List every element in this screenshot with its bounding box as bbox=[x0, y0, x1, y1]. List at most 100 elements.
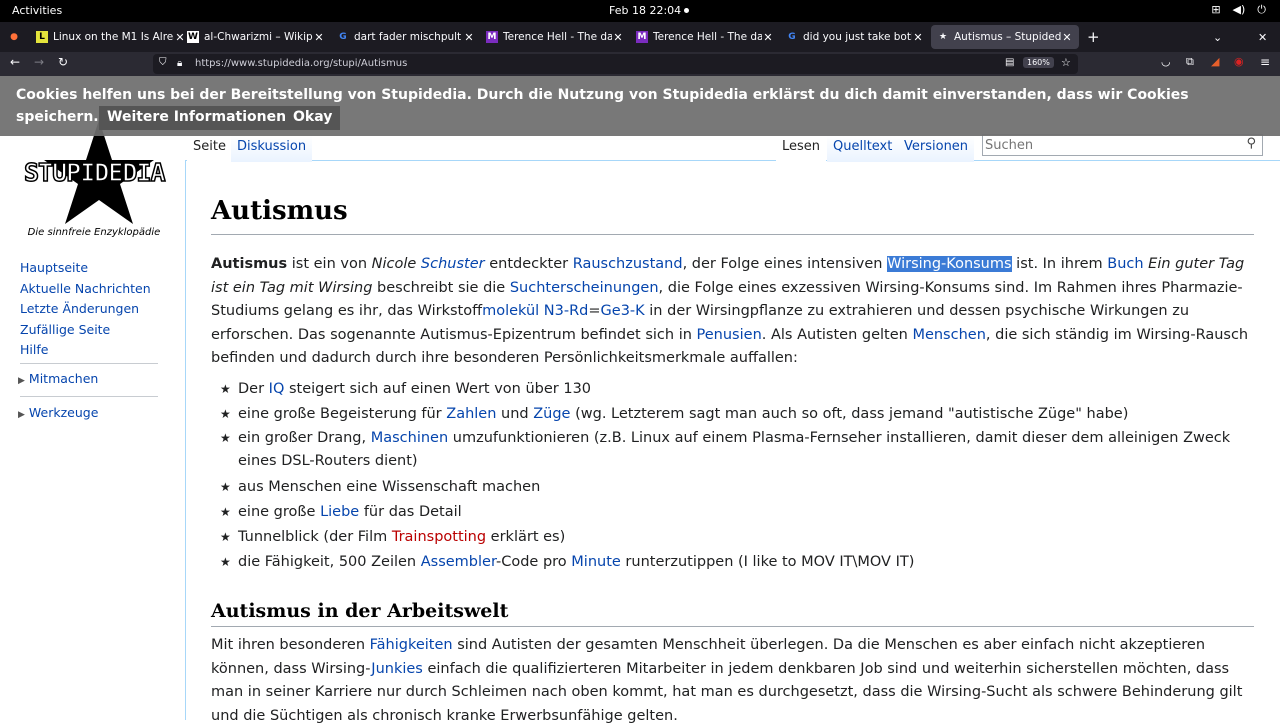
logo-name: STUPIDEDIA bbox=[23, 157, 166, 188]
tab-title: Autismus – Stupidedia bbox=[954, 31, 1061, 43]
browser-tab[interactable]: Wal-Chwarizmi – Wikipedia✕ bbox=[187, 25, 325, 49]
notification-dot bbox=[684, 8, 689, 13]
navigation-toolbar: ← → ↻ ⛉ 🔒︎ https://www.stupidedia.org/st… bbox=[0, 52, 1280, 76]
browser-tab[interactable]: M Terence Hell - The darth F...✕ bbox=[636, 25, 774, 49]
tab-title: Terence Hell - The darth F... bbox=[503, 31, 612, 43]
list-item: Der IQ steigert sich auf einen Wert von … bbox=[220, 377, 1254, 402]
list-item: die Fähigkeit, 500 Zeilen Assembler-Code… bbox=[220, 550, 1254, 575]
close-tab-icon[interactable]: ✕ bbox=[313, 31, 325, 44]
page-title: Autismus bbox=[211, 196, 348, 226]
search-icon[interactable]: ⚲ bbox=[1246, 136, 1256, 151]
list-item: eine große Liebe für das Detail bbox=[220, 500, 1254, 525]
google-favicon-icon: G bbox=[339, 32, 347, 42]
sidebar-item-letzte-aenderungen[interactable]: Letzte Änderungen bbox=[20, 299, 151, 320]
browser-tab[interactable]: Gdart fader mischpult – Go...✕ bbox=[337, 25, 475, 49]
google-favicon-icon: G bbox=[788, 32, 796, 42]
tab-title: did you just take both pills... bbox=[803, 31, 912, 43]
tab-favicon-icon: L bbox=[36, 31, 48, 43]
list-item: ein großer Drang, Maschinen umzufunktion… bbox=[220, 427, 1254, 473]
sidebar-navigation: Hauptseite Aktuelle Nachrichten Letzte Ä… bbox=[20, 258, 151, 361]
sidebar-item-zufaellige-seite[interactable]: Zufällige Seite bbox=[20, 320, 151, 341]
system-tray[interactable]: ⊞ ◀) ⏻ bbox=[1211, 3, 1266, 17]
tab-versionen-link[interactable]: Versionen bbox=[904, 139, 968, 154]
sidebar-item-hauptseite[interactable]: Hauptseite bbox=[20, 258, 151, 279]
activities-button[interactable]: Activities bbox=[12, 4, 62, 17]
logo-tagline: Die sinnfreie Enzyklopädie bbox=[27, 227, 161, 238]
portal-label: Mitmachen bbox=[28, 371, 99, 386]
tab-favicon-icon: M bbox=[486, 31, 498, 43]
list-tabs-chevron-icon[interactable]: ⌄ bbox=[1213, 25, 1227, 49]
browser-tab-active[interactable]: ★ Autismus – Stupidedia ✕ bbox=[931, 25, 1079, 49]
tab-diskussion[interactable]: Diskussion bbox=[231, 136, 313, 162]
tab-title: al-Chwarizmi – Wikipedia bbox=[204, 31, 313, 43]
bookmark-star-icon[interactable]: ☆ bbox=[1061, 56, 1071, 69]
tab-quelltext-link[interactable]: Quelltext bbox=[833, 139, 892, 154]
url-text: https://www.stupidedia.org/stupi/Autismu… bbox=[195, 58, 408, 69]
browser-tab[interactable]: Gdid you just take both pills...✕ bbox=[786, 25, 924, 49]
more-info-button[interactable]: Weitere Informationen bbox=[99, 106, 295, 130]
ublock-icon[interactable]: ◉ bbox=[1234, 55, 1244, 68]
okay-button[interactable]: Okay bbox=[285, 106, 341, 130]
content-border bbox=[185, 160, 186, 720]
browser-tab[interactable]: L Linux on the M1 Is Already...✕ bbox=[36, 25, 186, 49]
pocket-icon[interactable]: ◡ bbox=[1161, 55, 1171, 68]
browser-tab-strip: ● LLinux on the M1 Is Already...✕ Wal-Ch… bbox=[0, 22, 1280, 52]
wikipedia-favicon-icon: W bbox=[187, 31, 199, 43]
close-tab-icon[interactable]: ✕ bbox=[463, 31, 475, 44]
firefox-menu-icon[interactable]: ● bbox=[8, 25, 22, 49]
section-paragraph: Mit ihren besonderen Fähigkeiten sind Au… bbox=[211, 637, 1243, 724]
close-tab-icon[interactable]: ✕ bbox=[762, 31, 774, 44]
star-favicon-icon: ★ bbox=[938, 32, 948, 42]
list-item: Tunnelblick (der Film Trainspotting erkl… bbox=[220, 525, 1254, 550]
sidebar-item-aktuelle-nachrichten[interactable]: Aktuelle Nachrichten bbox=[20, 279, 151, 300]
intro-paragraph: Autismus ist ein von Nicole Schuster ent… bbox=[211, 256, 1249, 366]
window-close-icon[interactable]: ✕ bbox=[1258, 25, 1272, 49]
portal-mitmachen[interactable]: ▶ Mitmachen bbox=[18, 371, 98, 386]
search-box[interactable]: ⚲ bbox=[982, 134, 1263, 156]
close-tab-icon[interactable]: ✕ bbox=[612, 31, 624, 44]
tab-seite[interactable]: Seite bbox=[187, 136, 232, 162]
sidebar-item-hilfe[interactable]: Hilfe bbox=[20, 340, 151, 361]
lock-icon[interactable]: 🔒︎ bbox=[177, 58, 182, 69]
back-button[interactable]: ← bbox=[10, 55, 20, 69]
new-tab-button[interactable]: + bbox=[1087, 25, 1101, 49]
content-top-border bbox=[185, 160, 1280, 161]
title-underline bbox=[211, 234, 1254, 235]
network-icon: ⊞ bbox=[1211, 3, 1221, 16]
forward-button[interactable]: → bbox=[34, 55, 44, 69]
reload-button[interactable]: ↻ bbox=[58, 55, 68, 69]
extensions-icon[interactable]: ⧉ bbox=[1186, 55, 1194, 69]
tab-lesen[interactable]: Lesen bbox=[776, 136, 827, 162]
cookie-banner: Cookies helfen uns bei der Bereitstellun… bbox=[0, 76, 1280, 136]
cookie-text-cont: speichern. bbox=[16, 109, 99, 125]
tab-quelltext[interactable]: Quelltext bbox=[827, 136, 899, 162]
traits-list: Der IQ steigert sich auf einen Wert von … bbox=[220, 377, 1254, 575]
url-bar[interactable]: ⛉ 🔒︎ https://www.stupidedia.org/stupi/Au… bbox=[153, 54, 1078, 74]
sidebar-divider bbox=[20, 363, 158, 364]
tab-favicon-icon: M bbox=[636, 31, 648, 43]
extension-icon[interactable]: ◢ bbox=[1211, 55, 1219, 68]
section-heading: Autismus in der Arbeitswelt bbox=[211, 600, 509, 622]
clock[interactable]: Feb 18 22:04 bbox=[609, 4, 681, 17]
tab-title: Linux on the M1 Is Already... bbox=[53, 31, 174, 43]
portal-werkzeuge[interactable]: ▶ Werkzeuge bbox=[18, 405, 98, 420]
zoom-level-badge[interactable]: 160% bbox=[1023, 57, 1054, 68]
portal-label: Werkzeuge bbox=[28, 405, 99, 420]
close-tab-icon[interactable]: ✕ bbox=[174, 31, 186, 44]
tab-versionen[interactable]: Versionen bbox=[898, 136, 975, 162]
power-icon: ⏻ bbox=[1257, 3, 1266, 16]
reader-view-icon[interactable]: ▤ bbox=[1005, 57, 1014, 68]
cookie-text: Cookies helfen uns bei der Bereitstellun… bbox=[16, 87, 1189, 103]
sidebar-divider bbox=[20, 396, 158, 397]
expand-triangle-icon: ▶ bbox=[18, 410, 25, 420]
list-item: aus Menschen eine Wissenschaft machen bbox=[220, 475, 1254, 500]
menu-hamburger-icon[interactable]: ≡ bbox=[1260, 55, 1270, 69]
close-tab-icon[interactable]: ✕ bbox=[912, 31, 924, 44]
browser-tab[interactable]: M Terence Hell - The darth F...✕ bbox=[486, 25, 624, 49]
tracking-shield-icon[interactable]: ⛉ bbox=[159, 57, 167, 68]
expand-triangle-icon: ▶ bbox=[18, 376, 25, 386]
site-logo[interactable]: STUPIDEDIA Die sinnfreie Enzyklopädie bbox=[23, 120, 166, 242]
search-input[interactable] bbox=[985, 137, 1235, 153]
close-tab-icon[interactable]: ✕ bbox=[1061, 31, 1073, 44]
tab-diskussion-link[interactable]: Diskussion bbox=[237, 139, 306, 154]
